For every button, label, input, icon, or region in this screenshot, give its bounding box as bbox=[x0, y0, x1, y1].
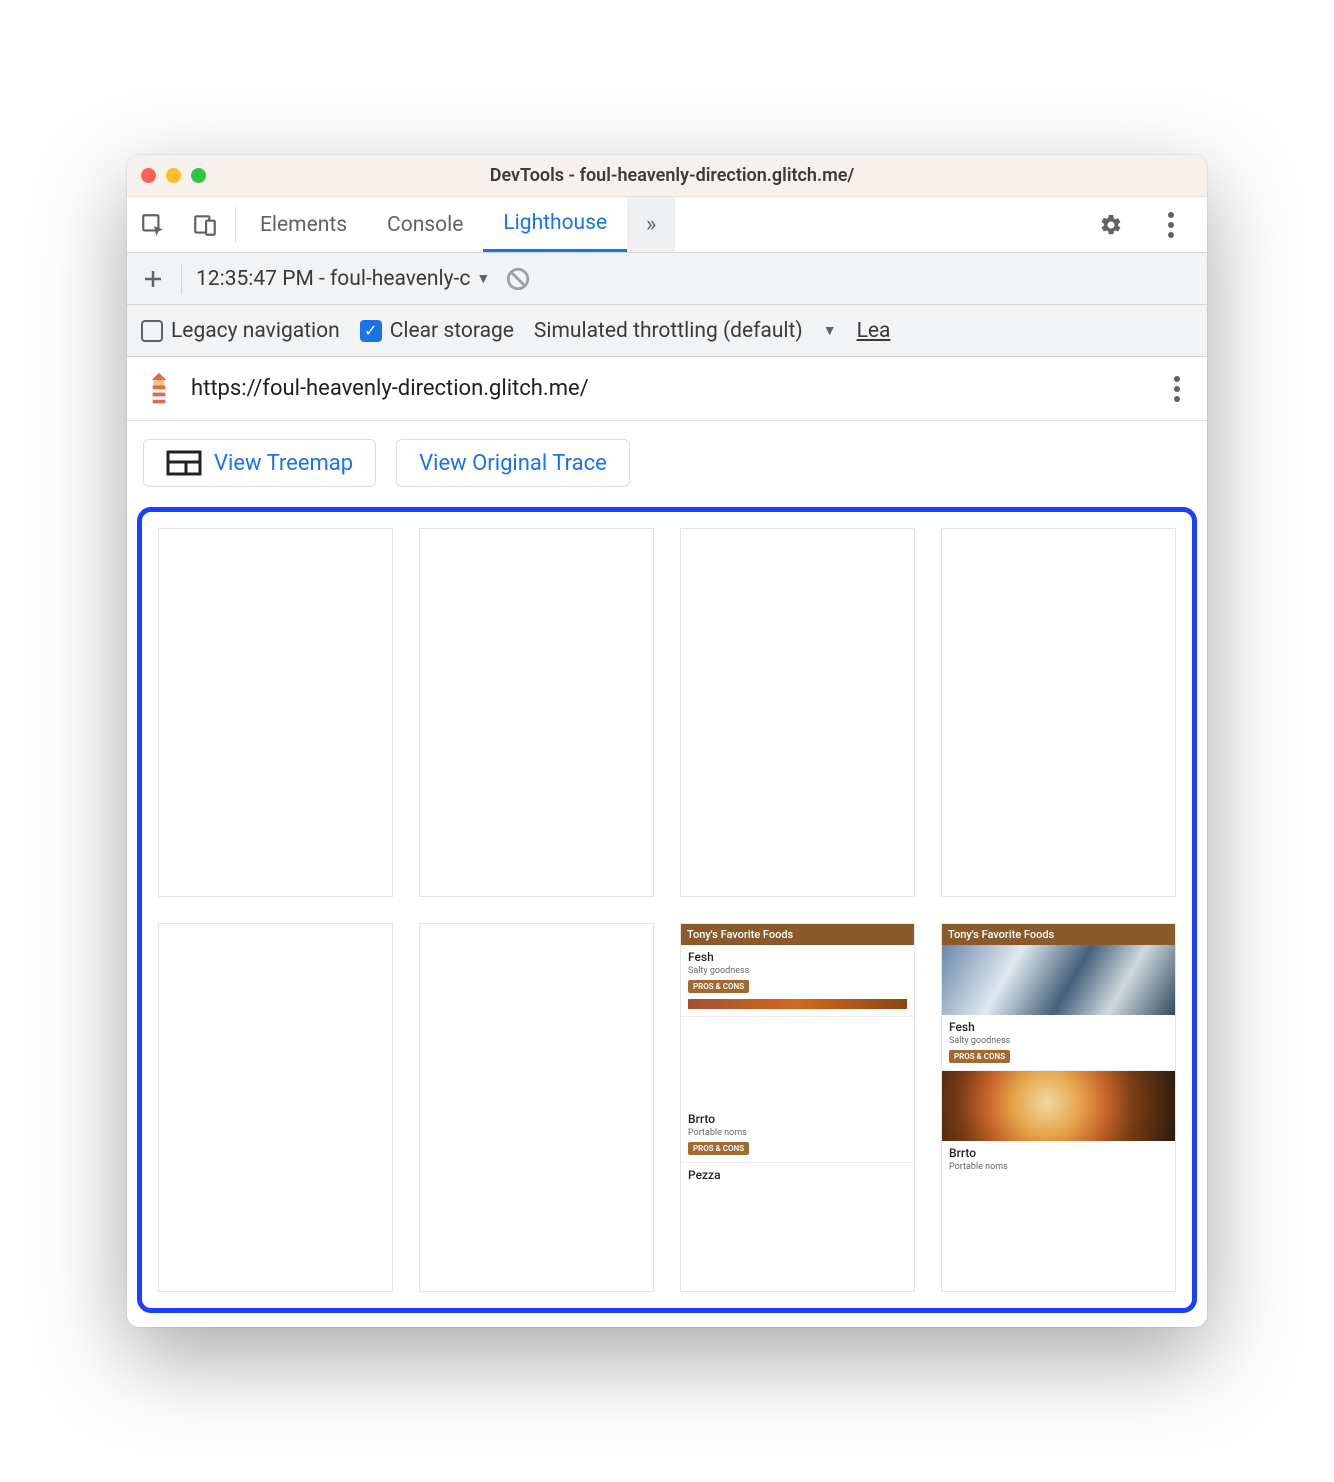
divider bbox=[181, 264, 182, 294]
thumb-sub: Salty goodness bbox=[688, 966, 907, 976]
tabs-overflow-button[interactable]: » bbox=[627, 197, 675, 252]
checkbox-unchecked-icon bbox=[141, 320, 163, 342]
clear-storage-checkbox[interactable]: ✓ Clear storage bbox=[360, 319, 514, 343]
pros-cons-button: PROS & CONS bbox=[949, 1050, 1010, 1063]
divider bbox=[235, 207, 236, 242]
legacy-navigation-checkbox[interactable]: Legacy navigation bbox=[141, 319, 340, 343]
view-treemap-button[interactable]: View Treemap bbox=[143, 439, 376, 487]
lighthouse-options: Legacy navigation ✓ Clear storage Simula… bbox=[127, 305, 1207, 357]
thumb-sub: Salty goodness bbox=[949, 1036, 1168, 1046]
thumb-title: Brrto bbox=[949, 1146, 1168, 1160]
filmstrip-frame[interactable] bbox=[680, 528, 915, 897]
view-trace-button[interactable]: View Original Trace bbox=[396, 439, 630, 487]
plus-icon bbox=[141, 267, 165, 291]
filmstrip-frame[interactable] bbox=[941, 528, 1176, 897]
thumb-title: Fesh bbox=[949, 1020, 1168, 1034]
thumb-card: Fesh Salty goodness PROS & CONS bbox=[942, 1015, 1175, 1071]
thumb-sub: Portable noms bbox=[949, 1162, 1168, 1172]
pros-cons-button: PROS & CONS bbox=[688, 980, 749, 993]
settings-button[interactable] bbox=[1085, 213, 1137, 237]
gear-icon bbox=[1099, 213, 1123, 237]
chevron-double-right-icon: » bbox=[646, 212, 656, 237]
pros-cons-button: PROS & CONS bbox=[688, 1142, 749, 1155]
window-title: DevTools - foul-heavenly-direction.glitc… bbox=[151, 165, 1193, 186]
report-url: https://foul-heavenly-direction.glitch.m… bbox=[191, 376, 1147, 401]
thumb-card: Fesh Salty goodness PROS & CONS bbox=[681, 945, 914, 1017]
thumb-image-fish bbox=[942, 945, 1175, 1015]
throttling-selector[interactable]: Simulated throttling (default) bbox=[534, 319, 803, 343]
inspect-element-icon[interactable] bbox=[127, 197, 179, 252]
report-selector[interactable]: 12:35:47 PM - foul-heavenly-c ▼ bbox=[196, 267, 490, 291]
filmstrip-frame[interactable] bbox=[419, 923, 654, 1292]
view-trace-label: View Original Trace bbox=[419, 451, 607, 476]
filmstrip-frame[interactable] bbox=[419, 528, 654, 897]
thumb-title: Brrto bbox=[688, 1112, 907, 1126]
filmstrip-frame[interactable] bbox=[158, 528, 393, 897]
legacy-navigation-label: Legacy navigation bbox=[171, 319, 340, 343]
thumb-title: Fesh bbox=[688, 950, 907, 964]
report-actions: View Treemap View Original Trace bbox=[127, 421, 1207, 507]
more-menu-button[interactable] bbox=[1145, 212, 1197, 238]
tab-elements[interactable]: Elements bbox=[240, 197, 367, 252]
no-entry-icon bbox=[505, 266, 531, 292]
thumb-sub: Portable noms bbox=[688, 1128, 907, 1138]
titlebar: DevTools - foul-heavenly-direction.glitc… bbox=[127, 155, 1207, 197]
thumb-card: Pezza bbox=[681, 1163, 914, 1191]
clear-storage-label: Clear storage bbox=[390, 319, 514, 343]
filmstrip-frame[interactable] bbox=[158, 923, 393, 1292]
report-url-row: https://foul-heavenly-direction.glitch.m… bbox=[127, 357, 1207, 421]
filmstrip-frame[interactable]: Tony's Favorite Foods Fesh Salty goodnes… bbox=[680, 923, 915, 1292]
tab-console[interactable]: Console bbox=[367, 197, 483, 252]
device-toolbar-icon[interactable] bbox=[179, 197, 231, 252]
clear-report-button[interactable] bbox=[504, 265, 532, 293]
treemap-icon bbox=[166, 450, 202, 476]
filmstrip-frame[interactable]: Tony's Favorite Foods Fesh Salty goodnes… bbox=[941, 923, 1176, 1292]
report-selector-label: 12:35:47 PM - foul-heavenly-c bbox=[196, 267, 470, 291]
learn-more-label: Lea bbox=[857, 319, 891, 343]
tab-lighthouse[interactable]: Lighthouse bbox=[483, 197, 627, 252]
report-toolbar: 12:35:47 PM - foul-heavenly-c ▼ bbox=[127, 253, 1207, 305]
thumb-card: Brrto Portable noms PROS & CONS bbox=[681, 1107, 914, 1163]
checkbox-checked-icon: ✓ bbox=[360, 320, 382, 342]
throttling-label: Simulated throttling (default) bbox=[534, 319, 803, 343]
new-report-button[interactable] bbox=[139, 265, 167, 293]
view-treemap-label: View Treemap bbox=[214, 451, 353, 476]
kebab-icon bbox=[1157, 212, 1185, 238]
thumb-image-placeholder bbox=[688, 999, 907, 1009]
thumb-header: Tony's Favorite Foods bbox=[942, 924, 1175, 945]
filmstrip-highlight: Tony's Favorite Foods Fesh Salty goodnes… bbox=[137, 507, 1197, 1313]
learn-more-link[interactable]: Lea bbox=[857, 319, 891, 343]
devtools-tabstrip: Elements Console Lighthouse » bbox=[127, 197, 1207, 253]
lighthouse-icon bbox=[143, 371, 175, 407]
devtools-window: DevTools - foul-heavenly-direction.glitc… bbox=[127, 155, 1207, 1327]
thumb-title: Pezza bbox=[688, 1168, 907, 1182]
report-menu-button[interactable] bbox=[1163, 376, 1191, 402]
thumb-card: Brrto Portable noms bbox=[942, 1141, 1175, 1183]
thumb-image-burrito bbox=[942, 1071, 1175, 1141]
chevron-down-icon: ▼ bbox=[476, 270, 490, 287]
chevron-down-icon: ▼ bbox=[823, 322, 837, 339]
filmstrip: Tony's Favorite Foods Fesh Salty goodnes… bbox=[158, 528, 1176, 1292]
thumb-header: Tony's Favorite Foods bbox=[681, 924, 914, 945]
